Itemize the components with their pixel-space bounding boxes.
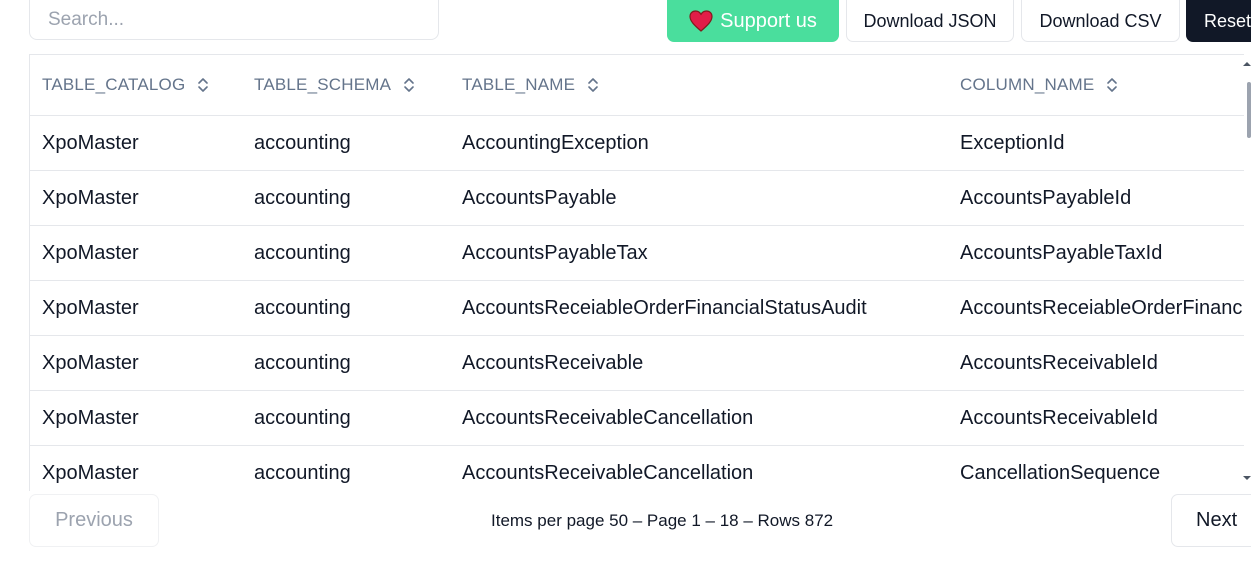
table-header: TABLE_CATALOG TABLE_SCHEMA TABLE_NAME CO… bbox=[30, 55, 1244, 116]
column-header-column-name[interactable]: COLUMN_NAME bbox=[960, 55, 1118, 115]
table-cell: AccountsPayableTaxId bbox=[960, 241, 1163, 264]
scroll-up-arrow-icon[interactable] bbox=[1243, 60, 1251, 68]
download-json-button[interactable]: Download JSON bbox=[846, 0, 1014, 42]
column-header-label: TABLE_NAME bbox=[462, 75, 576, 94]
table-cell: AccountsReceivableCancellation bbox=[462, 406, 754, 429]
scrollbar-thumb[interactable] bbox=[1247, 82, 1251, 138]
column-header-table-name[interactable]: TABLE_NAME bbox=[462, 55, 599, 115]
column-header-table-schema[interactable]: TABLE_SCHEMA bbox=[254, 55, 415, 115]
table-cell: AccountingException bbox=[462, 131, 649, 154]
column-header-label: TABLE_SCHEMA bbox=[254, 75, 392, 94]
table-cell: accounting bbox=[254, 406, 351, 429]
table-cell: AccountsPayable bbox=[462, 186, 617, 209]
table-row[interactable]: XpoMaster accounting AccountsPayable Acc… bbox=[30, 171, 1244, 226]
table-cell: AccountsReceivableCancellation bbox=[462, 461, 754, 484]
table-cell: accounting bbox=[254, 241, 351, 264]
data-table: TABLE_CATALOG TABLE_SCHEMA TABLE_NAME CO… bbox=[29, 54, 1244, 491]
reset-button[interactable]: Reset bbox=[1186, 0, 1251, 42]
table-cell: AccountsReceiableOrderFinancialStatusAud… bbox=[462, 296, 867, 319]
search-input[interactable] bbox=[48, 9, 420, 31]
sort-icon[interactable] bbox=[197, 77, 209, 93]
table-cell: accounting bbox=[254, 351, 351, 374]
pagination-info: Items per page 50 – Page 1 – 18 – Rows 8… bbox=[491, 511, 834, 530]
vertical-scrollbar[interactable] bbox=[1243, 54, 1251, 490]
table-row[interactable]: XpoMaster accounting AccountsPayableTax … bbox=[30, 226, 1244, 281]
table-cell: ExceptionId bbox=[960, 131, 1065, 154]
table-cell: accounting bbox=[254, 131, 351, 154]
sort-icon[interactable] bbox=[587, 77, 599, 93]
table-cell: AccountsPayableId bbox=[960, 186, 1132, 209]
table-cell: XpoMaster bbox=[42, 461, 139, 484]
heart-icon bbox=[689, 10, 713, 32]
table-cell: XpoMaster bbox=[42, 351, 139, 374]
table-cell: AccountsPayableTax bbox=[462, 241, 648, 264]
table-cell: XpoMaster bbox=[42, 241, 139, 264]
column-header-label: COLUMN_NAME bbox=[960, 75, 1095, 94]
support-us-label: Support us bbox=[720, 9, 817, 32]
download-csv-button[interactable]: Download CSV bbox=[1021, 0, 1180, 42]
sort-icon[interactable] bbox=[1106, 77, 1118, 93]
support-us-button[interactable]: Support us bbox=[667, 0, 839, 42]
table-row[interactable]: XpoMaster accounting AccountsReceivableC… bbox=[30, 391, 1244, 446]
column-header-table-catalog[interactable]: TABLE_CATALOG bbox=[42, 55, 209, 115]
table-cell: XpoMaster bbox=[42, 186, 139, 209]
search-box[interactable] bbox=[29, 0, 439, 40]
table-cell: XpoMaster bbox=[42, 296, 139, 319]
table-row[interactable]: XpoMaster accounting AccountingException… bbox=[30, 116, 1244, 171]
scroll-down-arrow-icon[interactable] bbox=[1243, 474, 1251, 482]
table-cell: AccountsReceiableOrderFinanc bbox=[960, 296, 1243, 319]
column-header-label: TABLE_CATALOG bbox=[42, 75, 186, 94]
next-page-button[interactable]: Next bbox=[1171, 494, 1251, 547]
table-cell: CancellationSequence bbox=[960, 461, 1161, 484]
table-cell: XpoMaster bbox=[42, 406, 139, 429]
previous-page-button[interactable]: Previous bbox=[29, 494, 159, 547]
table-cell: accounting bbox=[254, 296, 351, 319]
table-cell: accounting bbox=[254, 186, 351, 209]
table-row[interactable]: XpoMaster accounting AccountsReceivableC… bbox=[30, 446, 1244, 491]
table-cell: accounting bbox=[254, 461, 351, 484]
table-cell: XpoMaster bbox=[42, 131, 139, 154]
table-cell: AccountsReceivable bbox=[462, 351, 644, 374]
sort-icon[interactable] bbox=[403, 77, 415, 93]
table-row[interactable]: XpoMaster accounting AccountsReceiableOr… bbox=[30, 281, 1244, 336]
table-cell: AccountsReceivableId bbox=[960, 351, 1158, 374]
table-cell: AccountsReceivableId bbox=[960, 406, 1158, 429]
table-row[interactable]: XpoMaster accounting AccountsReceivable … bbox=[30, 336, 1244, 391]
